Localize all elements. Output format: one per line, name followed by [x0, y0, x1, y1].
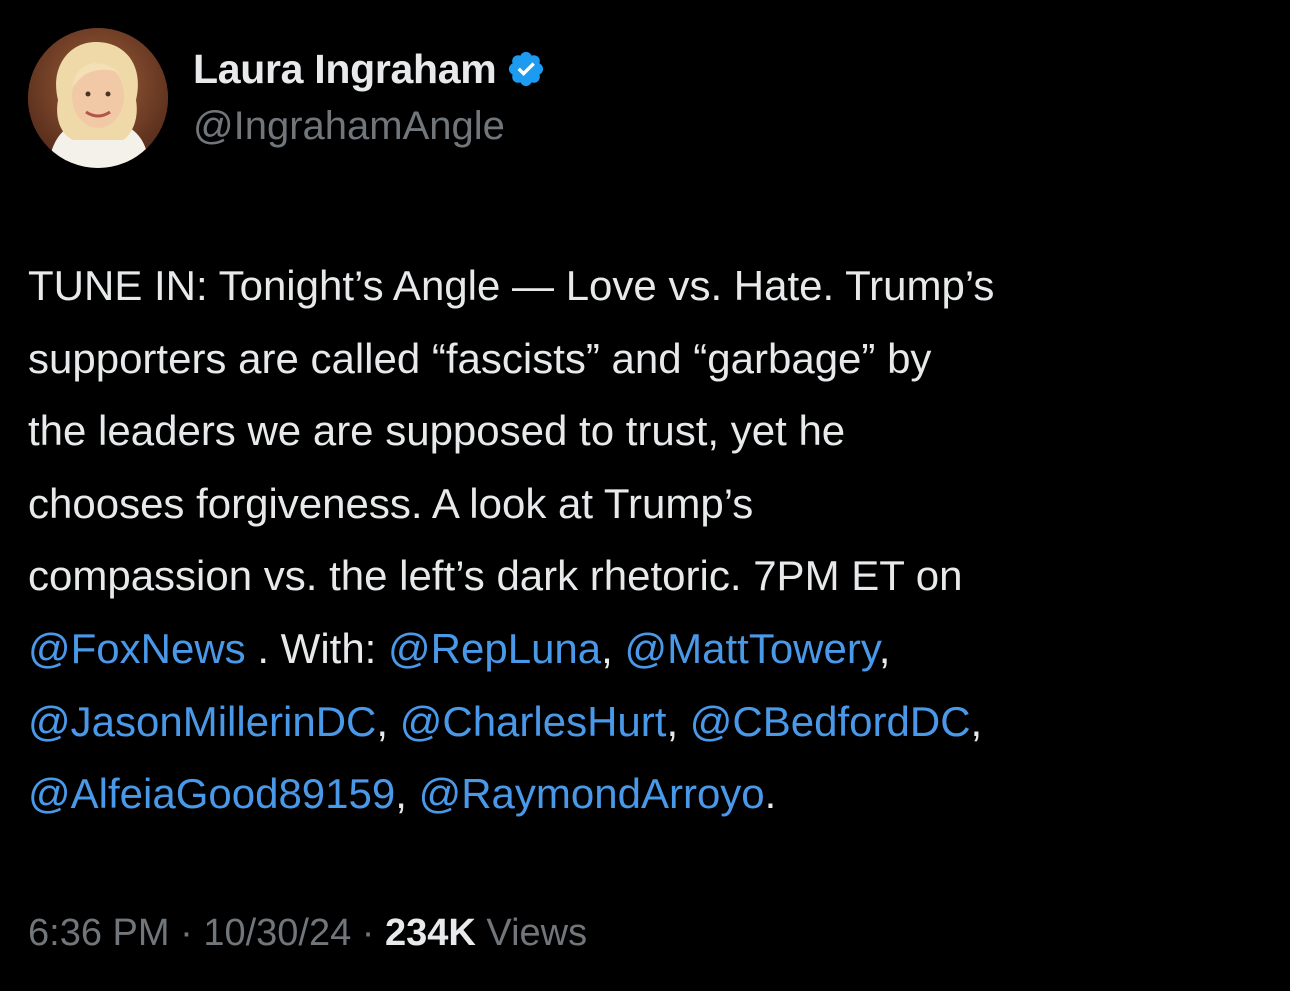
mention-link[interactable]: @RepLuna — [388, 625, 601, 672]
mention-link[interactable]: @CharlesHurt — [400, 698, 667, 745]
meta-separator: · — [351, 912, 386, 954]
mention-link[interactable]: @AlfeiaGood89159 — [28, 770, 395, 817]
tweet-text-segment: , — [601, 624, 625, 672]
tweet-text-segment: , — [878, 624, 891, 672]
mention-link[interactable]: @JasonMillerinDC — [28, 698, 376, 745]
mention-link[interactable]: @FoxNews — [28, 625, 246, 672]
views-count: 234K — [385, 912, 476, 954]
author-name-row: Laura Ingraham — [193, 40, 546, 98]
tweet-text-segment: . — [764, 770, 777, 818]
tweet-text-segment: TUNE IN: Tonight’s Angle — Love vs. Hate… — [28, 262, 995, 600]
tweet-text-segment: , — [666, 697, 690, 745]
views-label: Views — [475, 912, 588, 954]
tweet-text-segment: . With: — [245, 624, 389, 672]
display-name[interactable]: Laura Ingraham — [193, 46, 497, 93]
tweet-text-segment: , — [376, 697, 400, 745]
tweet-date[interactable]: 10/30/24 — [203, 912, 351, 954]
mention-link[interactable]: @MattTowery — [625, 625, 879, 672]
tweet-text-segment: , — [970, 697, 983, 745]
tweet-meta: 6:36 PM · 10/30/24 · 234K Views — [28, 912, 587, 955]
tweet-text-segment: , — [395, 770, 419, 818]
tweet-text: TUNE IN: Tonight’s Angle — Love vs. Hate… — [28, 250, 1268, 831]
mention-link[interactable]: @RaymondArroyo — [419, 770, 765, 817]
meta-separator: · — [169, 912, 204, 954]
author-handle[interactable]: @IngrahamAngle — [193, 104, 505, 149]
avatar[interactable] — [28, 28, 168, 168]
tweet-card: Laura Ingraham @IngrahamAngle TUNE IN: T… — [0, 0, 1290, 991]
tweet-time[interactable]: 6:36 PM — [28, 912, 170, 954]
mention-link[interactable]: @CBedfordDC — [690, 698, 971, 745]
profile-photo-icon — [28, 28, 168, 168]
verified-badge-icon[interactable] — [506, 49, 546, 89]
